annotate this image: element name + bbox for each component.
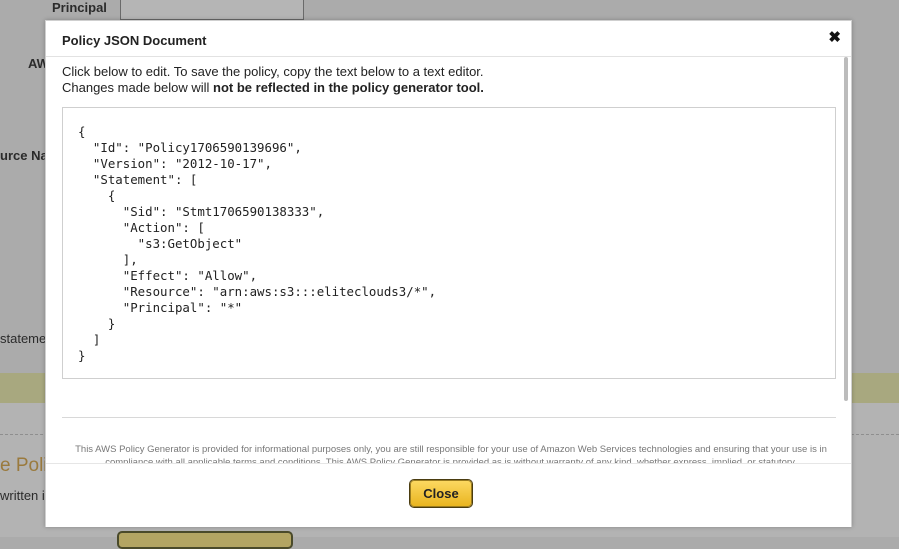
modal-body: Click below to edit. To save the policy,… [46, 57, 851, 463]
json-document-text[interactable]: { "Id": "Policy1706590139696", "Version"… [78, 124, 436, 364]
intro-warning: not be reflected in the policy generator… [213, 80, 484, 95]
modal-title: Policy JSON Document [62, 33, 207, 48]
json-editor[interactable]: { "Id": "Policy1706590139696", "Version"… [62, 107, 836, 379]
close-icon[interactable]: ✖ [828, 30, 841, 45]
disclaimer-text: This AWS Policy Generator is provided fo… [75, 444, 827, 463]
intro-line-1: Click below to edit. To save the policy,… [62, 64, 484, 79]
modal-footer: Close [46, 463, 851, 527]
principal-label: Principal [52, 0, 107, 15]
modal-divider [62, 417, 836, 418]
background-button[interactable] [117, 531, 293, 549]
intro-line-2-prefix: Changes made below will [62, 80, 214, 95]
statement-label: stateme [0, 331, 47, 346]
close-button[interactable]: Close [410, 480, 472, 507]
principal-input[interactable] [120, 0, 304, 20]
resource-name-label: urce Na [0, 148, 48, 163]
modal-header: Policy JSON Document ✖ [46, 21, 851, 57]
intro-line-2: Changes made below will not be reflected… [62, 80, 484, 96]
policy-json-modal: Policy JSON Document ✖ Click below to ed… [45, 20, 852, 527]
intro-text: Click below to edit. To save the policy,… [62, 64, 484, 96]
modal-scrollbar[interactable] [844, 57, 848, 401]
